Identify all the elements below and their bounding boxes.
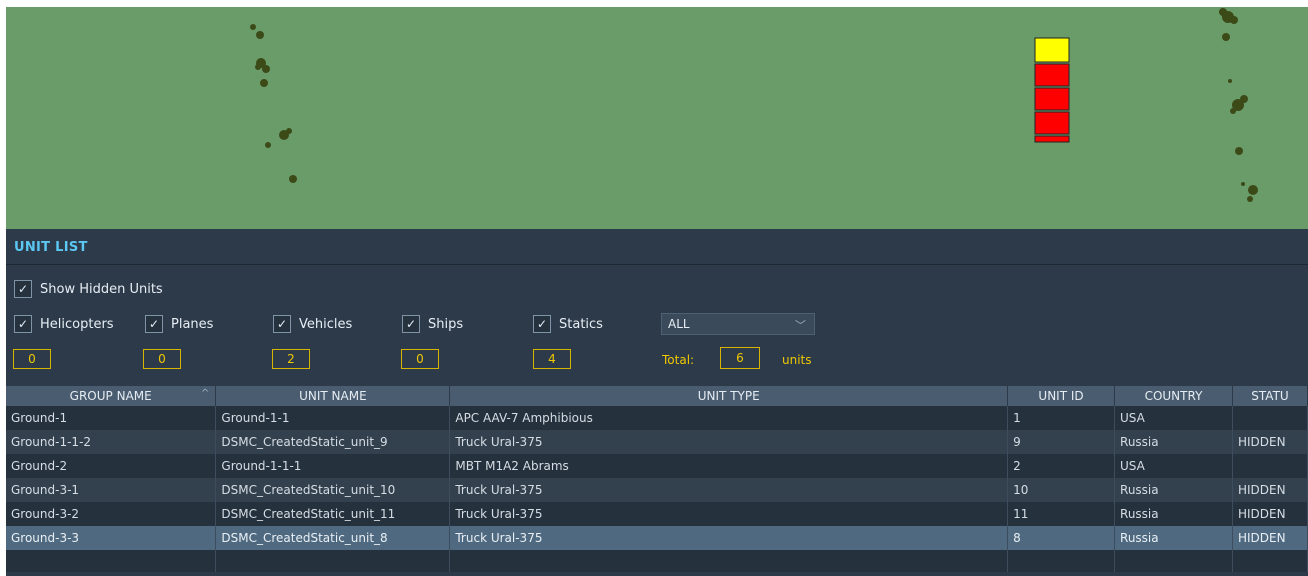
cell-unit-name: DSMC_CreatedStatic_unit_10 <box>215 478 451 502</box>
cell-unit-id: 2 <box>1007 454 1116 478</box>
tree-clusters <box>250 8 1258 202</box>
cell-country: Russia <box>1114 526 1233 550</box>
checkmark-icon: ✓ <box>14 280 32 298</box>
column-header-country[interactable]: COUNTRY <box>1114 386 1233 406</box>
table-row[interactable]: Ground-1-1-2 DSMC_CreatedStatic_unit_9 T… <box>6 430 1308 454</box>
vehicles-count: 2 <box>272 349 310 369</box>
unit-marker-red[interactable] <box>1034 87 1070 111</box>
cell-unit-id: 9 <box>1007 430 1116 454</box>
checkbox-label: Ships <box>428 316 464 332</box>
filter-helicopters-checkbox[interactable]: ✓ Helicopters <box>14 314 114 334</box>
table-row[interactable]: Ground-3-2 DSMC_CreatedStatic_unit_11 Tr… <box>6 502 1308 526</box>
checkmark-icon: ✓ <box>533 315 551 333</box>
cell-unit-id: 8 <box>1007 526 1116 550</box>
cell-status: HIDDEN <box>1232 430 1308 454</box>
cell-country: Russia <box>1114 478 1233 502</box>
cell-status: HIDDEN <box>1232 502 1308 526</box>
cell-unit-type: MBT M1A2 Abrams <box>449 454 1009 478</box>
unit-marker-red[interactable] <box>1034 63 1070 87</box>
filter-statics-checkbox[interactable]: ✓ Statics <box>533 314 603 334</box>
cell-country: USA <box>1114 454 1233 478</box>
cell-unit-type: Truck Ural-375 <box>449 430 1009 454</box>
cell-group-name: Ground-3-2 <box>6 502 217 526</box>
unit-marker-red[interactable] <box>1034 111 1070 135</box>
checkbox-label: Planes <box>171 316 214 332</box>
unit-marker-red[interactable] <box>1034 135 1070 143</box>
checkbox-label: Show Hidden Units <box>40 281 163 297</box>
select-value: ALL <box>668 317 690 331</box>
cell-country: Russia <box>1114 502 1233 526</box>
cell-unit-type: Truck Ural-375 <box>449 526 1009 550</box>
cell-group-name: Ground-1 <box>6 406 217 430</box>
cell-group-name: Ground-1-1-2 <box>6 430 217 454</box>
unit-marker-yellow[interactable] <box>1034 37 1070 63</box>
cell-unit-name: Ground-1-1-1 <box>215 454 451 478</box>
cell-unit-name: DSMC_CreatedStatic_unit_8 <box>215 526 451 550</box>
checkbox-label: Statics <box>559 316 603 332</box>
unit-markers[interactable] <box>1034 37 1070 143</box>
show-hidden-units-checkbox[interactable]: ✓ Show Hidden Units <box>14 279 163 299</box>
column-header-unit-id[interactable]: UNIT ID <box>1007 386 1116 406</box>
cell-unit-name: Ground-1-1 <box>215 406 451 430</box>
cell-unit-id: 11 <box>1007 502 1116 526</box>
table-row[interactable]: Ground-2 Ground-1-1-1 MBT M1A2 Abrams 2 … <box>6 454 1308 478</box>
table-row-selected[interactable]: Ground-3-3 DSMC_CreatedStatic_unit_8 Tru… <box>6 526 1308 550</box>
cell-status: HIDDEN <box>1232 526 1308 550</box>
cell-unit-name: DSMC_CreatedStatic_unit_9 <box>215 430 451 454</box>
cell-unit-id: 10 <box>1007 478 1116 502</box>
unit-list-panel: UNIT LIST ✓ Show Hidden Units ✓ Helicopt… <box>6 229 1308 576</box>
helicopters-count: 0 <box>13 349 51 369</box>
table-row[interactable]: Ground-3-1 DSMC_CreatedStatic_unit_10 Tr… <box>6 478 1308 502</box>
unit-table: GROUP NAME ^ UNIT NAME UNIT TYPE UNIT ID … <box>6 386 1308 572</box>
column-header-status[interactable]: STATU <box>1232 386 1308 406</box>
cell-unit-name: DSMC_CreatedStatic_unit_11 <box>215 502 451 526</box>
filter-planes-checkbox[interactable]: ✓ Planes <box>145 314 213 334</box>
cell-status <box>1232 454 1308 478</box>
cell-country: Russia <box>1114 430 1233 454</box>
total-count: 6 <box>720 347 760 369</box>
checkmark-icon: ✓ <box>14 315 32 333</box>
panel-header: UNIT LIST <box>6 229 1308 265</box>
planes-count: 0 <box>143 349 181 369</box>
cell-status: HIDDEN <box>1232 478 1308 502</box>
cell-unit-id: 1 <box>1007 406 1116 430</box>
checkbox-label: Helicopters <box>40 316 114 332</box>
ships-count: 0 <box>401 349 439 369</box>
statics-count: 4 <box>533 349 571 369</box>
cell-country: USA <box>1114 406 1233 430</box>
filter-vehicles-checkbox[interactable]: ✓ Vehicles <box>273 314 352 334</box>
cell-unit-type: Truck Ural-375 <box>449 478 1009 502</box>
filter-ships-checkbox[interactable]: ✓ Ships <box>402 314 463 334</box>
table-row[interactable]: Ground-1 Ground-1-1 APC AAV-7 Amphibious… <box>6 406 1308 430</box>
table-header: GROUP NAME ^ UNIT NAME UNIT TYPE UNIT ID … <box>6 386 1308 406</box>
cell-group-name: Ground-3-1 <box>6 478 217 502</box>
coalition-select[interactable]: ALL ﹀ <box>661 313 815 335</box>
checkbox-label: Vehicles <box>299 316 353 332</box>
table-row-empty <box>6 550 1308 572</box>
map-canvas[interactable] <box>6 7 1308 229</box>
panel-title: UNIT LIST <box>14 240 88 255</box>
checkmark-icon: ✓ <box>402 315 420 333</box>
column-header-group-name[interactable]: GROUP NAME ^ <box>6 386 217 406</box>
checkmark-icon: ✓ <box>145 315 163 333</box>
cell-status <box>1232 406 1308 430</box>
column-header-unit-name[interactable]: UNIT NAME <box>215 386 451 406</box>
cell-group-name: Ground-2 <box>6 454 217 478</box>
total-units-label: units <box>782 353 812 367</box>
sort-ascending-icon: ^ <box>201 388 210 399</box>
chevron-down-icon: ﹀ <box>795 319 806 332</box>
column-header-unit-type[interactable]: UNIT TYPE <box>449 386 1009 406</box>
cell-unit-type: Truck Ural-375 <box>449 502 1009 526</box>
cell-group-name: Ground-3-3 <box>6 526 217 550</box>
total-label: Total: <box>662 353 695 367</box>
map-view[interactable] <box>6 7 1308 229</box>
checkmark-icon: ✓ <box>273 315 291 333</box>
cell-unit-type: APC AAV-7 Amphibious <box>449 406 1009 430</box>
